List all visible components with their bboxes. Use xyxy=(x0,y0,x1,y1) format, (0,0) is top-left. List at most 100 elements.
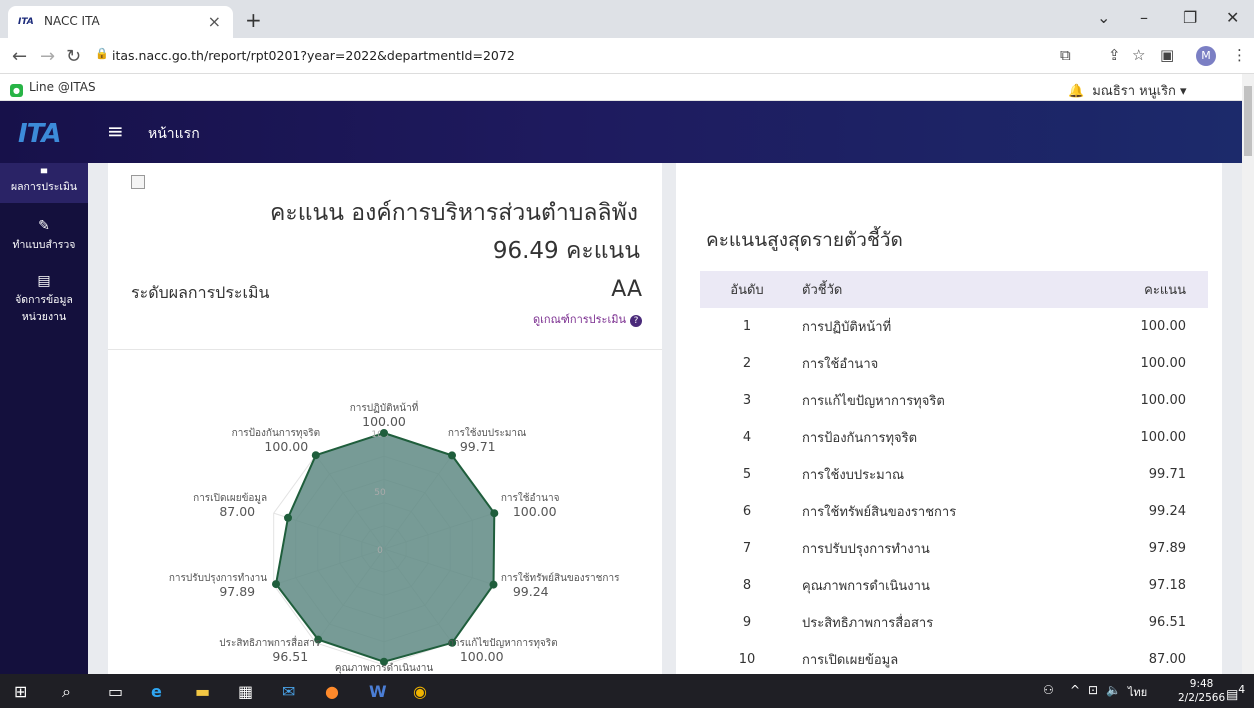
ranking-card: คะแนนสูงสุดรายตัวชี้วัด อันดับ ตัวชี้วัด… xyxy=(676,163,1222,674)
total-score: 96.49 คะแนน xyxy=(492,238,640,264)
profile-avatar[interactable]: M xyxy=(1196,46,1216,66)
browser-tab-bar: ITA NACC ITA × + ⌄ – ❐ ✕ xyxy=(0,0,1254,38)
notification-center-icon[interactable]: ▤4 xyxy=(1226,683,1245,702)
radar-axis-label: การป้องกันการทุจริต xyxy=(232,427,321,439)
indicator-cell: การปฏิบัติหน้าที่ xyxy=(802,320,892,335)
hamburger-menu-icon[interactable]: ≡ xyxy=(107,119,124,143)
home-link[interactable]: หน้าแรก xyxy=(148,123,200,145)
bell-icon[interactable]: 🔔 xyxy=(1068,84,1084,99)
minimize-button[interactable]: – xyxy=(1140,8,1148,27)
table-row: 9 ประสิทธิภาพการสื่อสาร 96.51 xyxy=(700,604,1208,641)
radar-data-point xyxy=(448,451,456,460)
table-row: 3 การแก้ไขปัญหาการทุจริต 100.00 xyxy=(700,382,1208,419)
tray-chevron-icon[interactable]: ^ xyxy=(1070,683,1080,697)
network-icon[interactable]: ⊡ xyxy=(1088,683,1098,697)
ita-logo[interactable]: ITA xyxy=(18,119,62,149)
translate-icon[interactable]: ⧉ xyxy=(1060,46,1071,64)
radar-data-point xyxy=(380,429,388,437)
radar-value-label: 87.00 xyxy=(219,504,255,519)
clock-date: 2/2/2566 xyxy=(1178,692,1226,704)
radar-value-label: 100.00 xyxy=(362,414,406,429)
lock-icon[interactable]: 🔒 xyxy=(95,47,109,60)
mail-icon[interactable]: ✉ xyxy=(282,682,295,701)
radar-data-area xyxy=(274,431,496,663)
question-circle-icon: ? xyxy=(630,315,642,327)
rank-cell: 3 xyxy=(742,393,752,408)
score-cell: 97.18 xyxy=(1148,578,1186,593)
chrome-icon[interactable]: ◉ xyxy=(413,682,427,701)
browser-menu-icon[interactable]: ⋮ xyxy=(1232,46,1247,64)
score-cell: 87.00 xyxy=(1148,652,1186,667)
radar-data-point xyxy=(489,580,498,589)
scrollbar-thumb[interactable] xyxy=(1244,86,1252,156)
score-cell: 96.51 xyxy=(1148,615,1186,630)
url-field[interactable]: itas.nacc.go.th/report/rpt0201?year=2022… xyxy=(112,48,515,63)
indicator-cell: ประสิทธิภาพการสื่อสาร xyxy=(802,616,934,631)
indicator-cell: การใช้งบประมาณ xyxy=(802,468,905,483)
windows-start-icon[interactable]: ⊞ xyxy=(14,682,27,701)
criteria-link[interactable]: ดูเกณฑ์การประเมิน? xyxy=(533,310,642,328)
rank-cell: 5 xyxy=(742,467,752,482)
page-scrollbar[interactable] xyxy=(1242,74,1254,674)
sidebar-item-label: ทำแบบสำรวจ xyxy=(12,239,76,251)
user-menu[interactable]: 🔔 มณธิรา หนูเริก ▾ xyxy=(1068,80,1187,101)
criteria-link-label: ดูเกณฑ์การประเมิน xyxy=(533,313,626,326)
people-icon[interactable]: ⚇ xyxy=(1043,683,1054,697)
file-explorer-icon[interactable]: ▬ xyxy=(195,682,210,701)
sidebar-item-results[interactable]: ▀ ผลการประเมิน xyxy=(0,163,88,203)
radar-data-point xyxy=(284,513,292,522)
score-cell: 97.89 xyxy=(1148,541,1186,556)
table-row: 10 การเปิดเผยข้อมูล 87.00 xyxy=(700,641,1208,674)
tab-search-icon[interactable]: ⌄ xyxy=(1097,8,1110,27)
radar-value-label: 97.89 xyxy=(219,584,255,599)
new-tab-button[interactable]: + xyxy=(245,8,262,32)
sidebar-item-label: ผลการประเมิน xyxy=(10,181,78,193)
close-tab-icon[interactable]: × xyxy=(208,12,221,31)
bookmark-star-icon[interactable]: ☆ xyxy=(1132,46,1145,64)
rank-cell: 8 xyxy=(742,578,752,593)
sidebar-item-survey[interactable]: ✎ ทำแบบสำรวจ xyxy=(0,218,88,258)
chart-icon: ▀ xyxy=(40,169,48,178)
restore-button[interactable]: ❐ xyxy=(1183,8,1197,27)
radar-axis-label: การแก้ไขปัญหาการทุจริต xyxy=(448,637,558,649)
bookmark-label: Line @ITAS xyxy=(29,80,96,94)
sidebar-item-label: จัดการข้อมูล xyxy=(15,294,73,306)
indicator-cell: คุณภาพการดำเนินงาน xyxy=(802,579,930,594)
system-clock[interactable]: 9:48 2/2/2566 xyxy=(1178,677,1225,705)
side-panel-icon[interactable]: ▣ xyxy=(1160,46,1174,64)
radar-axis-label: การใช้ทรัพย์สินของราชการ xyxy=(501,572,620,584)
table-row: 2 การใช้อำนาจ 100.00 xyxy=(700,345,1208,382)
score-cell: 100.00 xyxy=(1140,430,1187,445)
radar-axis-label: ประสิทธิภาพการสื่อสาร xyxy=(219,635,321,649)
rank-cell: 4 xyxy=(742,430,752,445)
reload-icon[interactable]: ↻ xyxy=(66,46,81,67)
edge-icon[interactable]: e xyxy=(151,682,162,701)
radar-axis-label: การใช้งบประมาณ xyxy=(448,427,527,439)
table-row: 1 การปฏิบัติหน้าที่ 100.00 xyxy=(700,308,1208,345)
ranking-title: คะแนนสูงสุดรายตัวชี้วัด xyxy=(706,229,903,251)
broken-image-icon xyxy=(131,175,145,189)
forward-arrow-icon[interactable]: → xyxy=(40,46,55,67)
word-icon[interactable]: W xyxy=(369,682,387,701)
task-view-icon[interactable]: ▭ xyxy=(108,682,123,701)
radar-axis-label: การเปิดเผยข้อมูล xyxy=(193,492,267,504)
document-icon: ▤ xyxy=(37,273,51,289)
close-window-button[interactable]: ✕ xyxy=(1226,8,1239,27)
radar-axis-label: คุณภาพการดำเนินงาน xyxy=(335,663,434,674)
divider xyxy=(108,349,662,350)
volume-icon[interactable]: 🔈 xyxy=(1106,683,1121,697)
bookmark-line-itas[interactable]: ● Line @ITAS xyxy=(10,80,96,97)
radar-scale-tick: 0 xyxy=(377,546,383,556)
radar-axis-label: การใช้อำนาจ xyxy=(501,492,560,504)
line-app-icon: ● xyxy=(10,84,23,97)
search-icon[interactable]: ⌕ xyxy=(62,682,71,702)
sidebar-item-manage-data[interactable]: ▤ จัดการข้อมูล หน่วยงาน xyxy=(0,273,88,327)
share-icon[interactable]: ⇪ xyxy=(1108,46,1121,64)
back-arrow-icon[interactable]: ← xyxy=(12,46,27,67)
firefox-icon[interactable]: ● xyxy=(325,682,339,701)
input-language[interactable]: ไทย xyxy=(1128,683,1147,701)
radar-data-point xyxy=(272,580,280,589)
store-icon[interactable]: ▦ xyxy=(238,682,253,701)
sidebar-item-label-line2: หน่วยงาน xyxy=(21,311,67,323)
browser-tab[interactable]: ITA NACC ITA × xyxy=(8,6,233,38)
